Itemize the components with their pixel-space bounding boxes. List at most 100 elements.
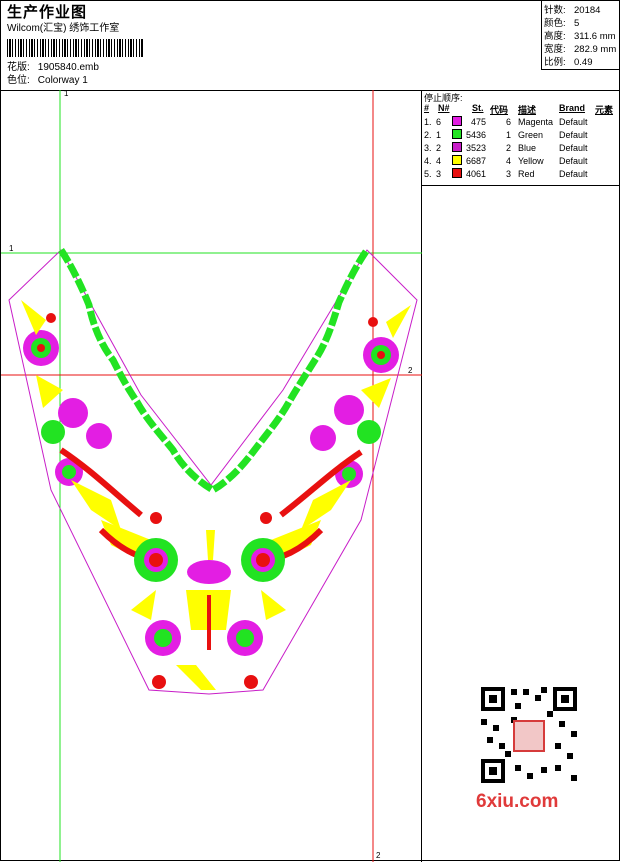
row-brand: Default (559, 117, 588, 127)
center-bud (187, 560, 231, 584)
row-index: 1. (424, 117, 432, 127)
leaf (36, 375, 63, 408)
table-row[interactable]: 5. 3 4061 3 Red Default (422, 168, 620, 181)
qr-code-graphic (471, 681, 587, 791)
row-brand: Default (559, 130, 588, 140)
row-needle: 3 (436, 169, 442, 179)
row-description: Blue (518, 143, 537, 153)
row-needle: 4 (436, 156, 442, 166)
leaf (131, 590, 156, 620)
row-stitches: 475 (470, 117, 486, 127)
row-stitches: 4061 (466, 169, 487, 179)
row-needle: 6 (436, 117, 442, 127)
stat-label: 比例: (544, 57, 566, 68)
flower-core (377, 351, 385, 359)
table-row[interactable]: 1. 6 475 6 Magenta Default (422, 116, 620, 129)
header-stitches: St. (472, 103, 484, 113)
row-brand: Default (559, 143, 588, 153)
color-swatch (452, 129, 462, 139)
design-canvas[interactable]: 1 1 2 2 (1, 90, 422, 862)
leaf-cluster (41, 420, 65, 444)
stat-height: 高度: 311.6 mm (544, 30, 620, 43)
stats-panel: 针数: 20184 颜色: 5 高度: 311.6 mm 宽度: 282.9 mm 比例… (541, 1, 620, 70)
row-stitches: 6687 (466, 156, 487, 166)
page-title: 生产作业图 (7, 3, 88, 21)
color-swatch (452, 155, 462, 165)
colorway-label: 色位: (7, 75, 30, 86)
header-element: 元素 (595, 105, 614, 115)
row-index: 5. (424, 169, 432, 179)
row-needle: 1 (436, 130, 442, 140)
row-brand: Default (559, 169, 588, 179)
table-row[interactable]: 4. 4 6687 4 Yellow Default (422, 155, 620, 168)
row-needle: 2 (436, 143, 442, 153)
stat-value: 20184 (574, 5, 601, 16)
row-code: 2 (506, 143, 512, 153)
flower (58, 398, 88, 428)
stat-value: 0.49 (574, 57, 593, 68)
bud (260, 512, 272, 524)
bud (152, 675, 166, 689)
leaf (386, 305, 411, 338)
row-description: Green (518, 130, 544, 140)
guide-label-left: 1 (9, 244, 14, 253)
stat-colors: 颜色: 5 (544, 17, 620, 30)
color-swatch (452, 142, 462, 152)
stat-label: 高度: (544, 31, 566, 42)
header-left: 生产作业图 Wilcom(汇宝) 绣饰工作室 (7, 3, 527, 35)
left-flower-cluster (21, 300, 162, 563)
row-code: 4 (506, 156, 512, 166)
stat-stitches: 针数: 20184 (544, 4, 620, 17)
table-row[interactable]: 3. 2 3523 2 Blue Default (422, 142, 620, 155)
right-flower-cluster (260, 305, 411, 563)
leaf (206, 530, 215, 560)
design-label: 花版: (7, 62, 30, 73)
header-needle: N# (438, 103, 450, 113)
embroidery-preview: 1 1 2 2 (1, 90, 422, 862)
row-stitches: 3523 (466, 143, 487, 153)
row-description: Magenta (518, 117, 554, 127)
guide-label-bottom: 2 (376, 851, 381, 860)
stat-value: 282.9 mm (574, 44, 617, 55)
row-index: 4. (424, 156, 432, 166)
color-swatch (452, 168, 462, 178)
row-code: 6 (506, 117, 512, 127)
leaf (261, 590, 286, 620)
watermark-logo: 6xiu.com (476, 791, 559, 812)
stat-value: 5 (574, 18, 580, 29)
row-stitches: 5436 (466, 130, 487, 140)
flower-core (256, 553, 270, 567)
stat-scale: 比例: 0.49 (544, 56, 620, 69)
leaf (361, 378, 391, 408)
table-row[interactable]: 2. 1 5436 1 Green Default (422, 129, 620, 142)
flower-core (149, 553, 163, 567)
design-file-value: 1905840.emb (37, 62, 99, 73)
stat-label: 针数: (544, 5, 566, 16)
colorway-value: Colorway 1 (37, 75, 88, 86)
guide-label-top: 1 (64, 90, 69, 98)
company-name: Wilcom(汇宝) 绣饰工作室 (7, 23, 120, 34)
stop-sequence-table: 停止顺序: # N# St. 代码 描述 Brand 元素 1. 6 475 6… (422, 90, 620, 186)
color-swatch (452, 116, 462, 126)
leaf (176, 665, 216, 690)
row-description: Red (518, 169, 535, 179)
stat-label: 颜色: (544, 18, 566, 29)
seal-mark (513, 720, 545, 752)
stat-label: 宽度: (544, 44, 566, 55)
bud (46, 313, 56, 323)
flower-core (37, 344, 45, 352)
production-worksheet: 生产作业图 Wilcom(汇宝) 绣饰工作室 花版: 1905840.emb 色… (0, 0, 620, 862)
header-description: 描述 (518, 105, 537, 115)
row-brand: Default (559, 156, 588, 166)
header-brand: Brand (559, 103, 586, 113)
bud (244, 675, 258, 689)
row-code: 3 (506, 169, 512, 179)
header: 生产作业图 Wilcom(汇宝) 绣饰工作室 花版: 1905840.emb 色… (1, 1, 620, 91)
row-index: 2. (424, 130, 432, 140)
flower (86, 423, 112, 449)
leaf (301, 480, 351, 530)
flower-center (236, 629, 254, 647)
flower-center (154, 629, 172, 647)
row-code: 1 (506, 130, 512, 140)
bud (368, 317, 378, 327)
